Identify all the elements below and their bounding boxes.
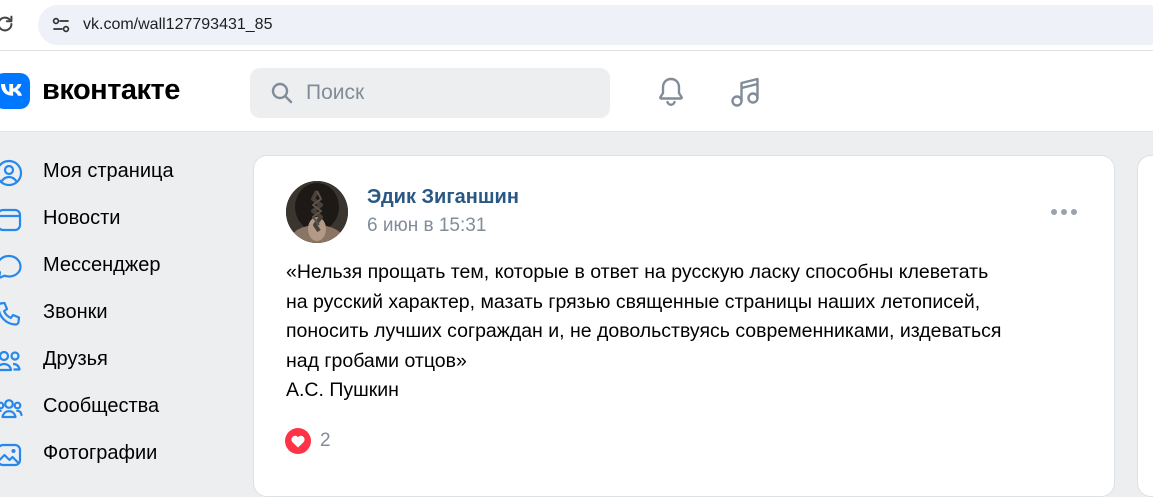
sidebar-item-label: Новости [43, 207, 121, 229]
like-count: 2 [320, 430, 331, 451]
user-circle-icon [0, 159, 23, 187]
left-sidebar: Моя страница Новости Мессенджер Звонки Д… [0, 148, 240, 477]
post-author[interactable]: Эдик Зиганшин [367, 186, 519, 209]
sidebar-item-label: Фотографии [43, 442, 158, 464]
post-text-line: над гробами отцов» [286, 349, 467, 372]
friends-icon [0, 350, 21, 372]
music-icon[interactable] [728, 75, 762, 109]
site-info-icon[interactable] [52, 16, 70, 34]
vk-logo-icon[interactable] [0, 73, 30, 109]
like-button[interactable]: 2 [284, 427, 344, 457]
search-icon [271, 82, 293, 104]
sidebar-item-communities[interactable]: Сообщества [0, 383, 240, 430]
wall-post: Эдик Зиганшин 6 июн в 15:31 «Нельзя прощ… [253, 155, 1115, 497]
sidebar-item-label: Друзья [43, 348, 108, 370]
news-icon [0, 208, 22, 232]
sidebar-item-news[interactable]: Новости [0, 195, 240, 242]
photo-icon [0, 443, 22, 467]
bell-icon[interactable] [655, 75, 687, 107]
browser-toolbar: vk.com/wall127793431_85 [0, 0, 1153, 51]
communities-icon [0, 399, 23, 419]
post-date[interactable]: 6 июн в 15:31 [367, 215, 486, 237]
phone-icon [0, 301, 21, 326]
sidebar-item-my-page[interactable]: Моя страница [0, 148, 240, 195]
sidebar-item-friends[interactable]: Друзья [0, 336, 240, 383]
sidebar-item-calls[interactable]: Звонки [0, 289, 240, 336]
post-text-line: поносить лучших сограждан и, не довольст… [286, 320, 1002, 342]
avatar-image [286, 181, 348, 243]
heart-icon [285, 428, 311, 454]
search-box[interactable] [250, 68, 610, 118]
post-text-line: на русский характер, мазать грязью свяще… [286, 290, 981, 313]
vk-header: вконтакте [0, 51, 1153, 132]
search-input[interactable] [306, 68, 596, 118]
address-bar[interactable]: vk.com/wall127793431_85 [38, 5, 1153, 45]
avatar[interactable] [286, 181, 348, 243]
sidebar-item-label: Моя страница [43, 160, 174, 182]
sidebar-item-label: Звонки [43, 301, 108, 323]
vk-wordmark[interactable]: вконтакте [42, 74, 180, 107]
sidebar-item-messenger[interactable]: Мессенджер [0, 242, 240, 289]
sidebar-item-label: Сообщества [43, 395, 160, 417]
more-options-icon[interactable] [1049, 206, 1079, 218]
message-icon [0, 254, 22, 279]
post-text: «Нельзя прощать тем, которые в ответ на … [286, 258, 1086, 406]
sidebar-item-label: Мессенджер [43, 254, 161, 276]
reload-icon[interactable] [0, 13, 16, 35]
post-text-line: «Нельзя прощать тем, которые в ответ на … [286, 261, 989, 283]
right-column-card [1137, 155, 1153, 497]
post-text-line: А.С. Пушкин [286, 379, 399, 401]
url-text[interactable]: vk.com/wall127793431_85 [83, 16, 272, 34]
